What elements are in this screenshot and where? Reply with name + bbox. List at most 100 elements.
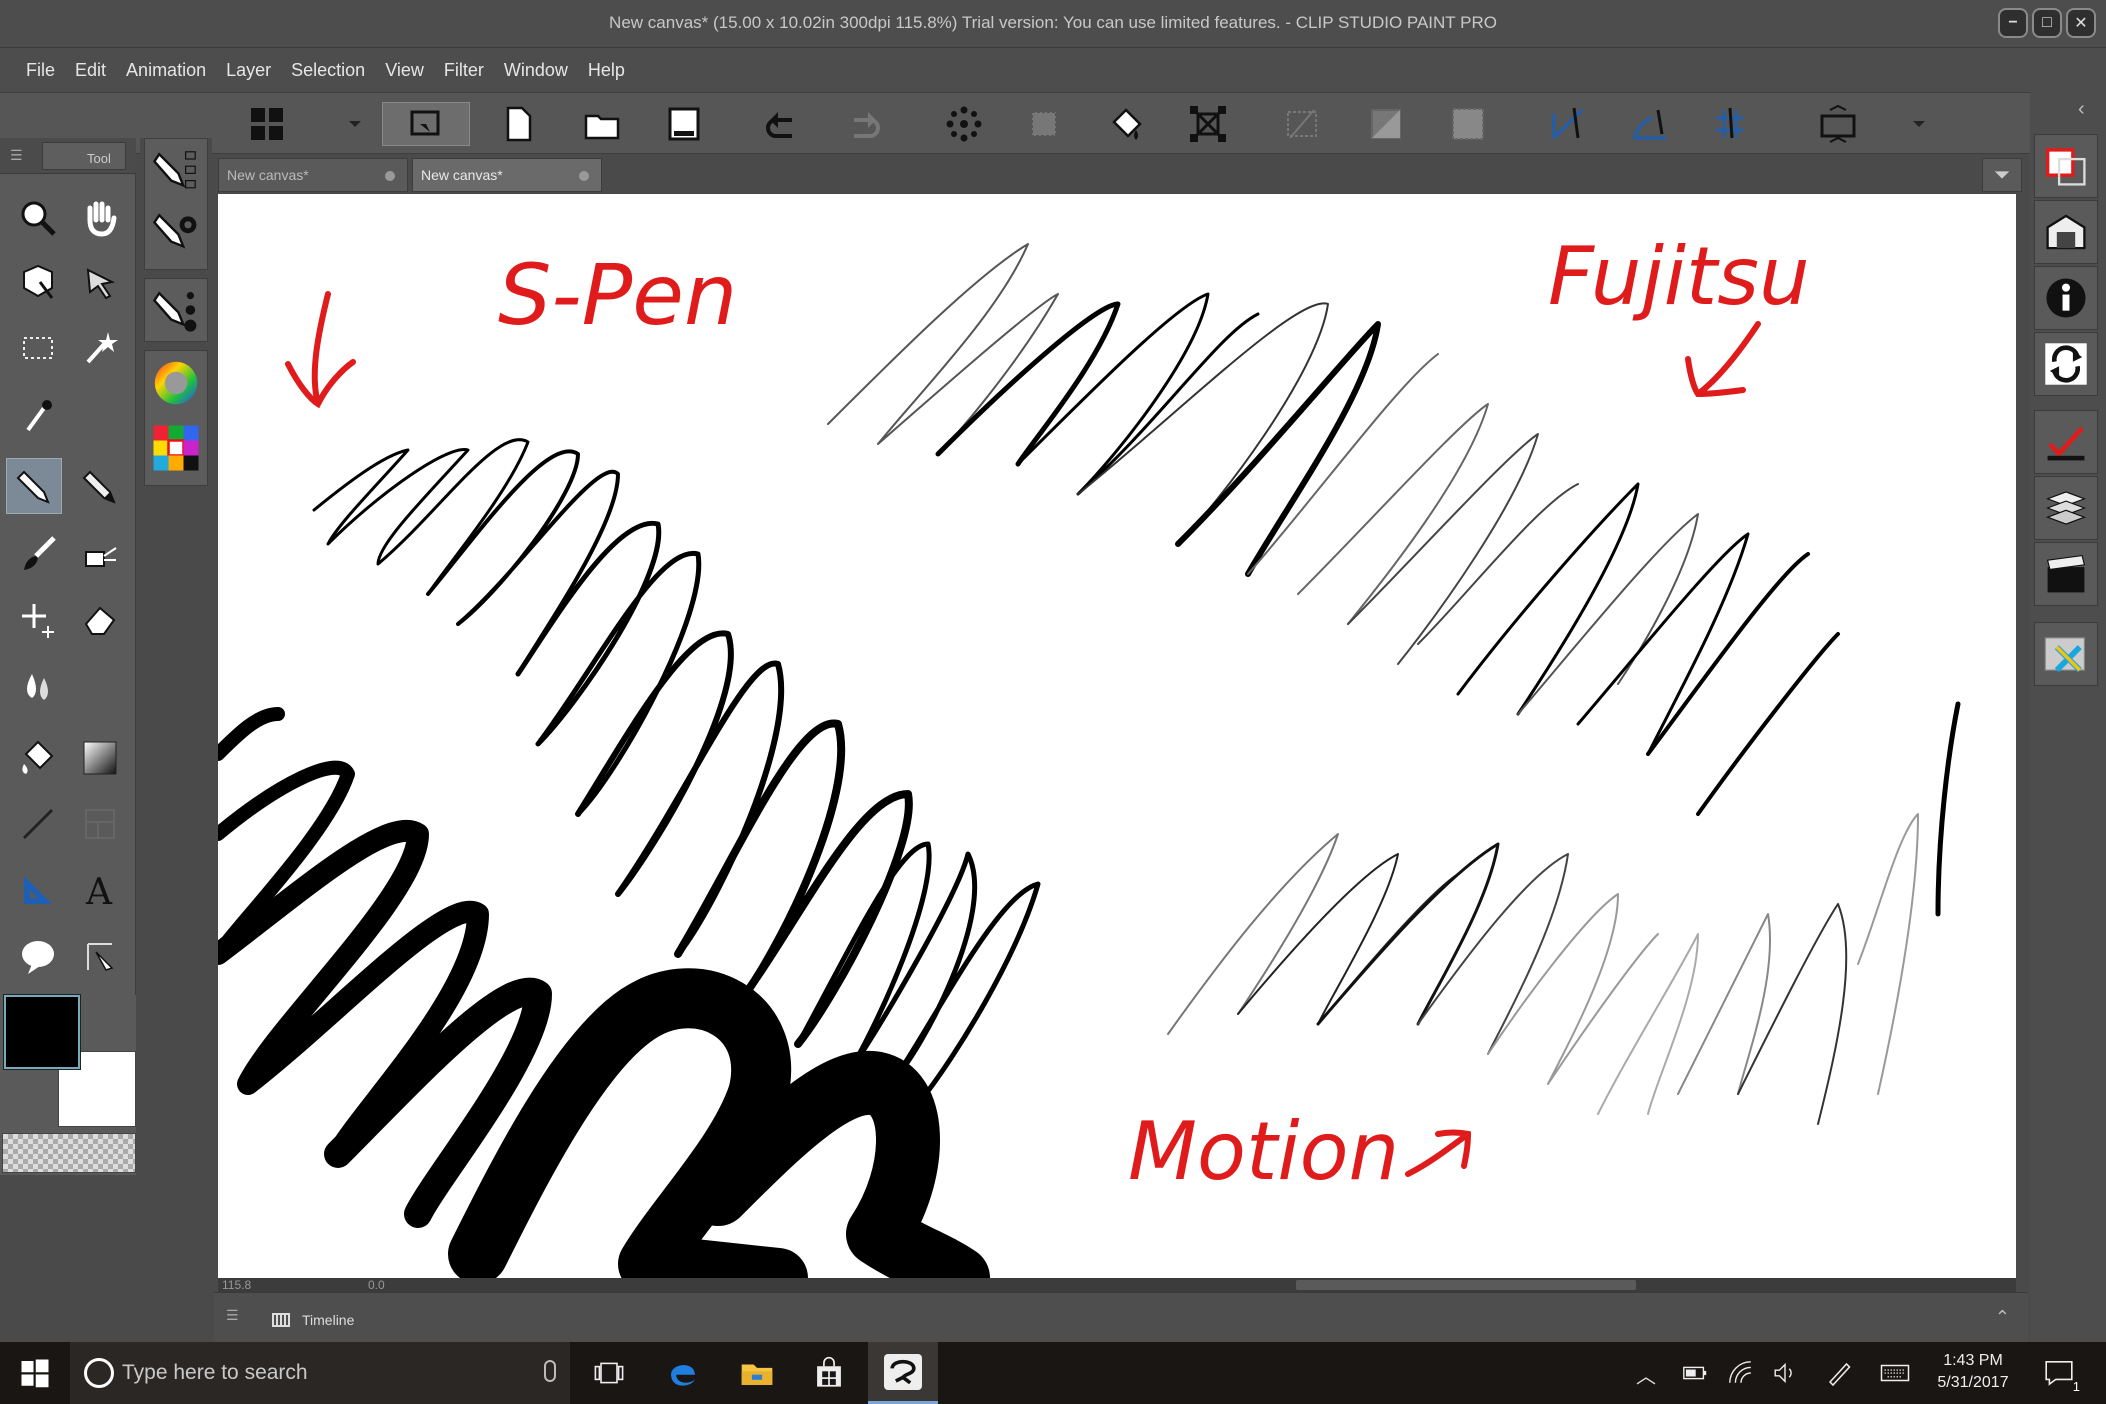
open-folder-icon[interactable] <box>580 102 624 146</box>
horizontal-scrollbar[interactable] <box>1296 1280 1636 1290</box>
transparent-color-swatch[interactable] <box>2 1133 136 1173</box>
timeline-tab[interactable]: Timeline <box>258 1305 362 1331</box>
correct-line-tool-icon[interactable] <box>72 928 128 984</box>
menu-layer[interactable]: Layer <box>216 60 281 81</box>
menu-selection[interactable]: Selection <box>281 60 375 81</box>
show-hidden-icons-chevron-icon[interactable]: ︿ <box>1636 1360 1656 1389</box>
menu-animation[interactable]: Animation <box>116 60 216 81</box>
save-icon[interactable] <box>662 102 706 146</box>
layer-check-icon[interactable] <box>2034 410 2098 474</box>
brush-size-icon[interactable] <box>144 278 208 342</box>
workspace-dropdown-icon[interactable] <box>340 102 370 146</box>
tool-property-gear-icon[interactable] <box>152 208 200 261</box>
tab-close-dot-icon[interactable] <box>385 171 395 181</box>
timeline-menu-icon[interactable]: ☰ <box>226 1307 239 1324</box>
eraser-tool-icon[interactable] <box>72 592 128 648</box>
menu-window[interactable]: Window <box>494 60 578 81</box>
layer-property-icon[interactable] <box>2034 134 2098 198</box>
info-icon[interactable] <box>2034 266 2098 330</box>
tab-close-dot-icon[interactable] <box>579 171 589 181</box>
navigator-icon[interactable] <box>2034 622 2098 686</box>
grid-snap-icon[interactable] <box>1708 102 1752 146</box>
tab-list-dropdown-icon[interactable] <box>1982 158 2022 192</box>
canvas-tab[interactable]: New canvas* <box>218 158 408 192</box>
clear-outside-selection-icon[interactable] <box>1022 102 1066 146</box>
palette-menu-icon[interactable]: ☰ <box>10 147 23 164</box>
operation-icon[interactable] <box>10 254 66 310</box>
new-file-icon[interactable] <box>496 102 540 146</box>
canvas-tab-active[interactable]: New canvas* <box>412 158 602 192</box>
taskbar-search-box[interactable]: Type here to search <box>70 1342 570 1404</box>
color-set-icon[interactable] <box>151 423 201 478</box>
invert-selection-icon[interactable] <box>1364 102 1408 146</box>
rotation-readout[interactable]: 0.0 <box>368 1278 385 1292</box>
brush-tool-icon[interactable] <box>10 526 66 582</box>
zoom-readout[interactable]: 115.8 <box>222 1278 251 1292</box>
zoom-icon[interactable] <box>10 190 66 246</box>
windows-start-icon[interactable] <box>16 1354 54 1392</box>
undo-icon[interactable] <box>760 102 804 146</box>
main-color-swatch[interactable] <box>3 994 81 1070</box>
pen-workspace-icon[interactable] <box>1820 1354 1858 1392</box>
pen-tool-icon[interactable] <box>6 458 62 514</box>
taskbar-clock[interactable]: 1:43 PM 5/31/2017 <box>1928 1350 2018 1394</box>
command-bar-dropdown-icon[interactable] <box>1904 102 1934 146</box>
menu-file[interactable]: File <box>16 60 65 81</box>
pencil-tool-icon[interactable] <box>72 458 128 514</box>
animation-cels-icon[interactable] <box>2034 542 2098 606</box>
line-tool-icon[interactable] <box>10 796 66 852</box>
blend-tool-icon[interactable] <box>10 658 66 714</box>
clear-icon[interactable] <box>942 102 986 146</box>
file-explorer-icon[interactable] <box>738 1354 776 1392</box>
sync-icon[interactable] <box>2034 332 2098 396</box>
touch-keyboard-icon[interactable] <box>1876 1354 1914 1392</box>
sub-tool-list-icon[interactable] <box>152 147 200 200</box>
volume-icon[interactable] <box>1766 1354 1804 1392</box>
redo-icon[interactable] <box>842 102 886 146</box>
close-button[interactable]: ✕ <box>2066 8 2096 38</box>
magic-wand-icon[interactable] <box>72 320 128 376</box>
decoration-tool-icon[interactable] <box>10 592 66 648</box>
color-wheel-icon[interactable] <box>151 358 201 413</box>
ruler-snap-icon[interactable] <box>1546 102 1590 146</box>
action-center-icon[interactable]: 1 <box>2040 1354 2080 1394</box>
eyedropper-icon[interactable] <box>10 388 66 444</box>
transform-icon[interactable] <box>1186 102 1230 146</box>
menu-help[interactable]: Help <box>578 60 635 81</box>
menu-edit[interactable]: Edit <box>65 60 116 81</box>
microphone-icon[interactable] <box>544 1360 556 1382</box>
menu-view[interactable]: View <box>375 60 434 81</box>
move-layer-icon[interactable] <box>72 254 128 310</box>
menu-filter[interactable]: Filter <box>434 60 494 81</box>
layers-icon[interactable] <box>2034 476 2098 540</box>
workspace-grid-icon[interactable] <box>245 102 289 146</box>
expand-left-icon[interactable]: ‹ <box>2078 98 2085 121</box>
tool-tab[interactable]: Tool <box>42 142 126 170</box>
frame-border-tool-icon[interactable] <box>72 796 128 852</box>
drawing-canvas[interactable]: S-Pen Fujitsu Motion <box>218 194 2016 1278</box>
balloon-tool-icon[interactable] <box>10 928 66 984</box>
gradient-tool-icon[interactable] <box>72 730 128 786</box>
text-tool-icon[interactable]: A <box>72 862 128 918</box>
select-all-icon[interactable] <box>1446 102 1490 146</box>
collapse-up-icon[interactable]: ⌃ <box>1995 1307 2010 1328</box>
airbrush-tool-icon[interactable] <box>72 526 128 582</box>
selection-area-icon[interactable] <box>10 320 66 376</box>
wifi-icon[interactable] <box>1722 1354 1760 1392</box>
hand-icon[interactable] <box>72 190 128 246</box>
fill-tool-icon[interactable] <box>10 730 66 786</box>
minimize-button[interactable]: − <box>1998 8 2028 38</box>
store-icon[interactable] <box>810 1354 848 1392</box>
ruler-tool-icon[interactable] <box>10 862 66 918</box>
task-view-icon[interactable] <box>590 1354 628 1392</box>
fit-screen-icon[interactable] <box>1816 102 1860 146</box>
battery-icon[interactable] <box>1676 1354 1714 1392</box>
edge-browser-icon[interactable] <box>664 1354 702 1392</box>
material-icon[interactable] <box>2034 200 2098 264</box>
special-ruler-snap-icon[interactable] <box>1628 102 1672 146</box>
deselect-icon[interactable] <box>1280 102 1324 146</box>
fill-icon[interactable] <box>1104 102 1148 146</box>
clip-studio-icon[interactable] <box>382 102 470 146</box>
clip-studio-taskbar-button[interactable] <box>868 1342 938 1404</box>
maximize-button[interactable]: □ <box>2032 8 2062 38</box>
